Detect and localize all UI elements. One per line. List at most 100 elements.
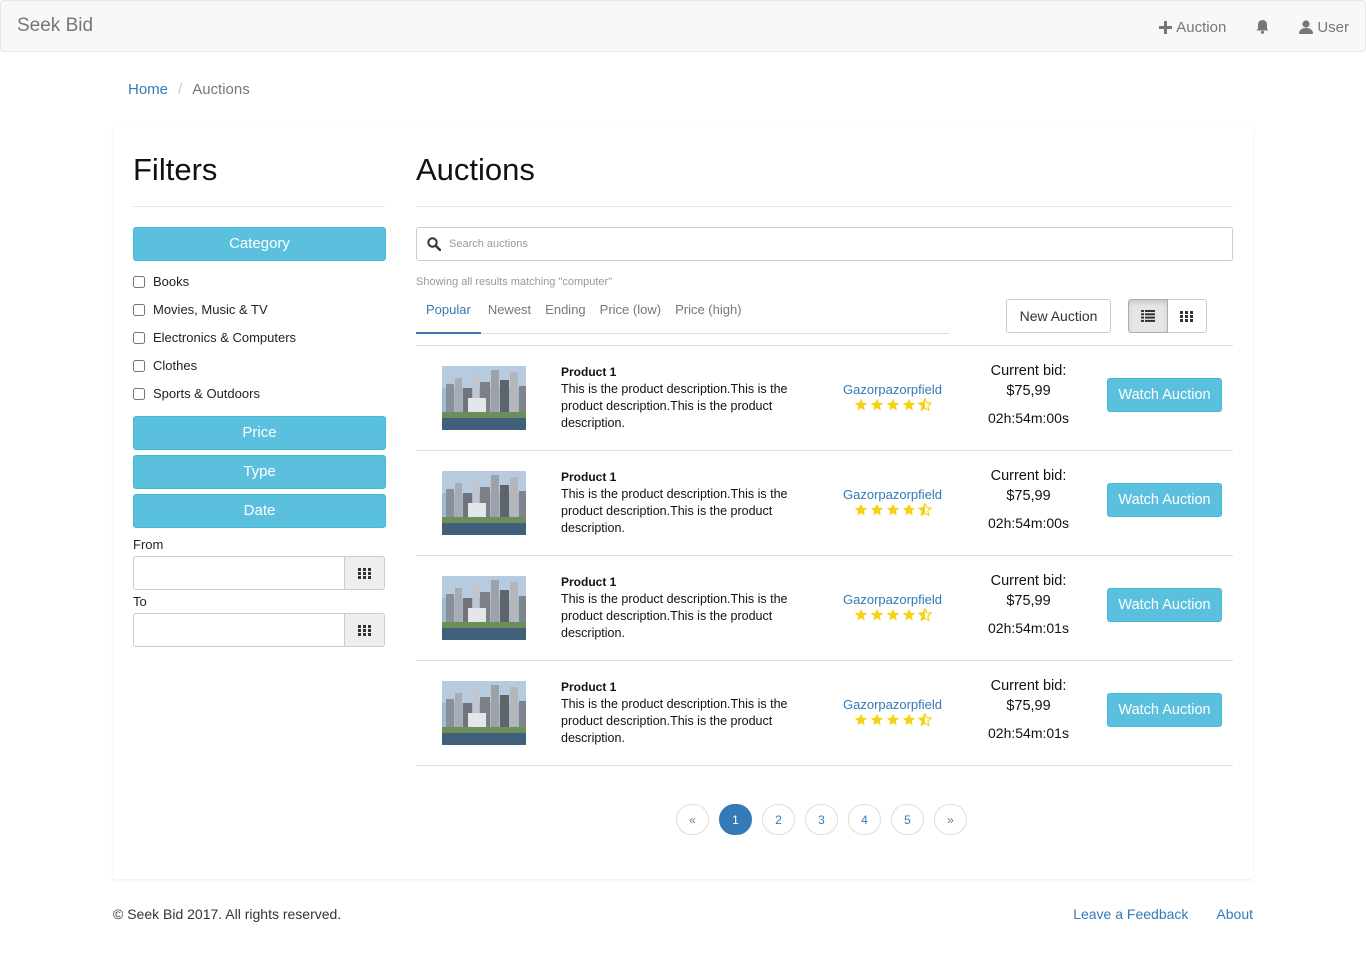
calendar-icon <box>358 567 371 579</box>
star-icon <box>870 398 884 411</box>
results-note: Showing all results matching "computer" <box>416 276 613 288</box>
seller-link[interactable]: Gazorpazorpfield <box>843 592 942 607</box>
checkbox[interactable] <box>133 387 145 400</box>
search-input[interactable] <box>449 229 1209 259</box>
notifications-button[interactable] <box>1256 20 1269 34</box>
grid-view-button[interactable] <box>1167 299 1207 333</box>
sort-tabs: Popular Newest Ending Price (low) Price … <box>416 298 949 334</box>
product-name[interactable]: Product 1 <box>561 680 616 694</box>
seller-link[interactable]: Gazorpazorpfield <box>843 487 942 502</box>
star-icon <box>886 608 900 621</box>
list-view-button[interactable] <box>1128 299 1168 333</box>
new-auction-button[interactable]: New Auction <box>1006 299 1111 333</box>
user-icon <box>1299 20 1314 34</box>
auction-nav-label: Auction <box>1176 18 1227 36</box>
current-bid-label: Current bid: <box>990 363 1067 379</box>
watch-auction-button[interactable]: Watch Auction <box>1107 693 1222 727</box>
tab-newest[interactable]: Newest <box>481 298 538 334</box>
checkbox[interactable] <box>133 331 145 344</box>
category-filter-button[interactable]: Category <box>133 227 386 261</box>
pagination: « 1 2 3 4 5 » <box>676 804 967 835</box>
to-calendar-button[interactable] <box>345 613 385 647</box>
pagination-next[interactable]: » <box>934 804 967 835</box>
navbar-right: Auction User <box>1129 1 1349 53</box>
product-image <box>442 471 526 535</box>
bell-icon <box>1256 20 1269 34</box>
star-icon <box>870 608 884 621</box>
product-name[interactable]: Product 1 <box>561 575 616 589</box>
category-checkbox-sports[interactable]: Sports & Outdoors <box>133 386 260 401</box>
auctions-divider <box>416 206 1233 207</box>
tab-price-high[interactable]: Price (high) <box>668 298 748 334</box>
page-3[interactable]: 3 <box>805 804 838 835</box>
category-label: Clothes <box>153 358 198 373</box>
page-1[interactable]: 1 <box>719 804 752 835</box>
product-thumbnail[interactable] <box>442 471 526 535</box>
star-icon <box>854 503 868 516</box>
checkbox[interactable] <box>133 303 145 316</box>
category-label: Movies, Music & TV <box>153 302 268 317</box>
type-filter-button[interactable]: Type <box>133 455 386 489</box>
star-icon <box>870 503 884 516</box>
list-view-icon <box>1140 310 1155 322</box>
about-link[interactable]: About <box>1216 906 1253 922</box>
leave-feedback-link[interactable]: Leave a Feedback <box>1073 906 1188 922</box>
star-icon <box>902 713 916 726</box>
auction-row: Product 1 This is the product descriptio… <box>416 661 1233 766</box>
product-description: This is the product description.This is … <box>561 697 788 745</box>
price-filter-button[interactable]: Price <box>133 416 386 450</box>
product-thumbnail[interactable] <box>442 681 526 745</box>
star-icon <box>854 398 868 411</box>
star-icon <box>854 608 868 621</box>
current-bid-label: Current bid: <box>990 468 1067 484</box>
auction-row: Product 1 This is the product descriptio… <box>416 556 1233 661</box>
search-box <box>416 227 1233 261</box>
product-name[interactable]: Product 1 <box>561 470 616 484</box>
time-remaining: 02h:54m:00s <box>988 515 1069 531</box>
watch-auction-button[interactable]: Watch Auction <box>1107 588 1222 622</box>
category-checkbox-books[interactable]: Books <box>133 274 189 289</box>
tab-price-low[interactable]: Price (low) <box>593 298 668 334</box>
checkbox[interactable] <box>133 359 145 372</box>
from-calendar-button[interactable] <box>345 556 385 590</box>
from-date-input[interactable] <box>133 556 345 590</box>
from-label: From <box>133 537 164 552</box>
user-menu-link[interactable]: User <box>1299 19 1349 36</box>
star-icon <box>902 503 916 516</box>
category-checkbox-clothes[interactable]: Clothes <box>133 358 197 373</box>
breadcrumb-home[interactable]: Home <box>128 81 168 98</box>
seller-rating <box>854 713 932 726</box>
half-star-icon <box>918 713 932 726</box>
navbar: Seek Bid Auction User <box>0 0 1366 52</box>
date-filter-button[interactable]: Date <box>133 494 386 528</box>
page-2[interactable]: 2 <box>762 804 795 835</box>
seller-link[interactable]: Gazorpazorpfield <box>843 697 942 712</box>
brand-logo[interactable]: Seek Bid <box>17 15 93 37</box>
product-name[interactable]: Product 1 <box>561 365 616 379</box>
seller-link[interactable]: Gazorpazorpfield <box>843 382 942 397</box>
product-thumbnail[interactable] <box>442 576 526 640</box>
product-thumbnail[interactable] <box>442 366 526 430</box>
footer-links: Leave a Feedback About <box>1073 906 1253 922</box>
category-checkbox-movies[interactable]: Movies, Music & TV <box>133 302 268 317</box>
page-4[interactable]: 4 <box>848 804 881 835</box>
half-star-icon <box>918 503 932 516</box>
seller-rating <box>854 608 932 621</box>
pagination-prev[interactable]: « <box>676 804 709 835</box>
watch-auction-button[interactable]: Watch Auction <box>1107 378 1222 412</box>
new-auction-nav-link[interactable]: Auction <box>1159 19 1226 36</box>
watch-auction-button[interactable]: Watch Auction <box>1107 483 1222 517</box>
star-icon <box>854 713 868 726</box>
tab-ending[interactable]: Ending <box>538 298 592 334</box>
checkbox[interactable] <box>133 275 145 288</box>
to-date-input[interactable] <box>133 613 345 647</box>
time-remaining: 02h:54m:00s <box>988 410 1069 426</box>
current-bid-label: Current bid: <box>990 573 1067 589</box>
tab-popular[interactable]: Popular <box>416 298 481 334</box>
current-bid-value: $75,99 <box>1006 698 1051 714</box>
category-checkbox-electronics[interactable]: Electronics & Computers <box>133 330 296 345</box>
user-nav-label: User <box>1317 18 1349 36</box>
page-5[interactable]: 5 <box>891 804 924 835</box>
product-image <box>442 366 526 430</box>
search-icon <box>427 237 441 251</box>
